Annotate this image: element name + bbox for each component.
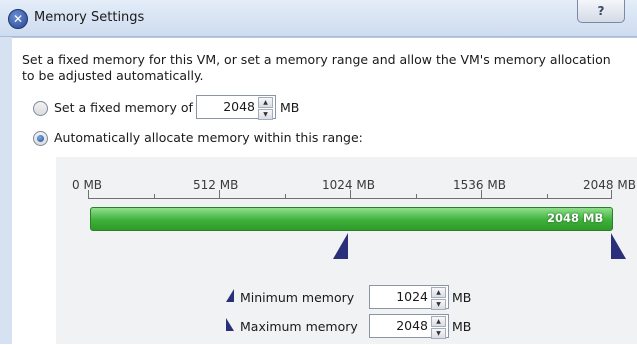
fixed-memory-spinner[interactable]: 2048 ▲ ▼	[196, 95, 276, 120]
minimum-memory-value[interactable]: 1024	[396, 289, 428, 304]
minimum-marker-icon	[226, 289, 234, 302]
maximum-slider-handle[interactable]	[611, 233, 626, 259]
auto-range-label: Automatically allocate memory within thi…	[54, 130, 363, 145]
fixed-memory-value[interactable]: 2048	[223, 99, 255, 114]
major-tick	[88, 190, 89, 199]
major-tick	[350, 190, 351, 199]
maximum-marker-icon	[226, 318, 234, 331]
spin-down-icon[interactable]: ▼	[258, 109, 273, 120]
help-button[interactable]: ?	[577, 0, 625, 23]
auto-range-radio[interactable]	[33, 131, 48, 146]
spin-up-icon[interactable]: ▲	[258, 97, 273, 108]
minimum-memory-label: Minimum memory	[240, 290, 355, 305]
maximum-memory-spinner[interactable]: 2048 ▲ ▼	[369, 314, 449, 339]
description-text: Set a fixed memory for this VM, or set a…	[22, 52, 611, 83]
minor-tick	[547, 194, 548, 199]
fixed-memory-label: Set a fixed memory of	[54, 100, 193, 115]
maximum-memory-value[interactable]: 2048	[396, 318, 428, 333]
range-bar-label: 2048 MB	[547, 211, 604, 225]
window-left-border	[0, 37, 12, 344]
minimum-memory-unit: MB	[452, 290, 472, 305]
spin-down-icon[interactable]: ▼	[431, 299, 446, 310]
minimum-memory-spinner[interactable]: 1024 ▲ ▼	[369, 285, 449, 310]
minimum-slider-handle[interactable]	[333, 233, 348, 259]
minor-tick	[154, 194, 155, 199]
tick-label-1536: 1536 MB	[453, 178, 506, 192]
tick-label-512: 512 MB	[193, 178, 239, 192]
vm-icon: ✕	[8, 9, 28, 29]
major-tick	[219, 190, 220, 199]
fixed-memory-unit: MB	[280, 100, 300, 115]
maximum-memory-label: Maximum memory	[240, 319, 358, 334]
major-tick	[481, 190, 482, 199]
tick-label-2048: 2048 MB	[583, 178, 636, 192]
spin-up-icon[interactable]: ▲	[431, 316, 446, 327]
spin-up-icon[interactable]: ▲	[431, 287, 446, 298]
memory-range-bar	[90, 207, 613, 231]
fixed-memory-radio[interactable]	[33, 101, 48, 116]
title-bar: ✕ Memory Settings ?	[0, 0, 637, 37]
window-title: Memory Settings	[34, 10, 145, 25]
major-tick	[611, 190, 612, 199]
tick-label-1024: 1024 MB	[322, 178, 375, 192]
minor-tick	[416, 194, 417, 199]
maximum-memory-unit: MB	[452, 319, 472, 334]
spin-down-icon[interactable]: ▼	[431, 328, 446, 339]
minor-tick	[285, 194, 286, 199]
